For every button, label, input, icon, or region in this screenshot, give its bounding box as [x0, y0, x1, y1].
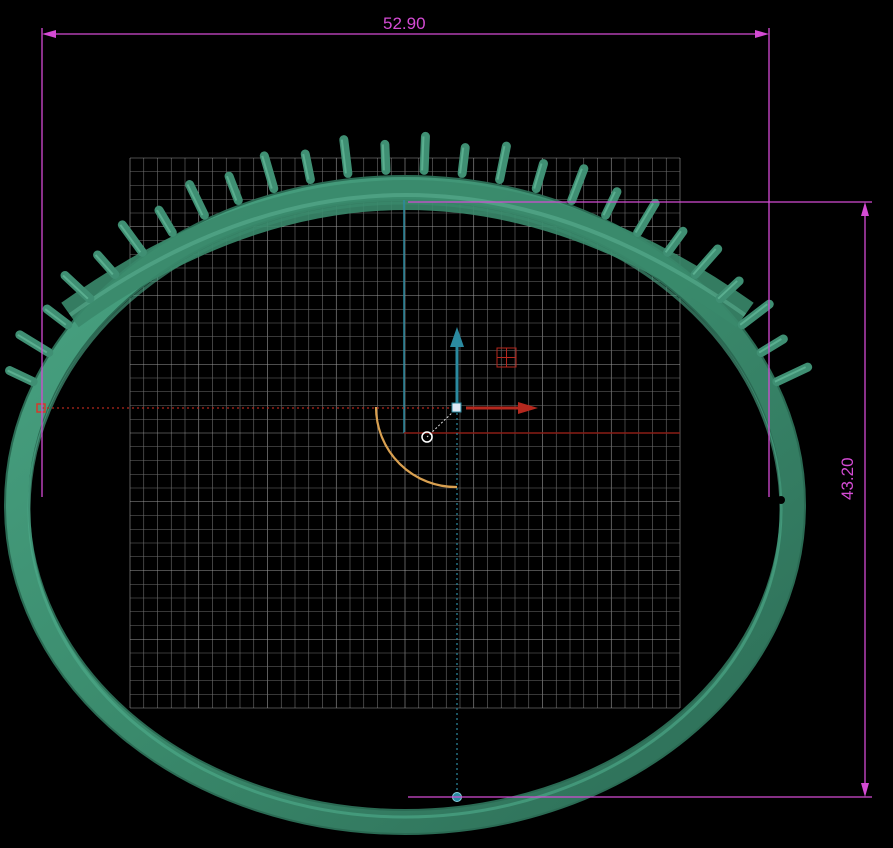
prong-highlight [421, 136, 425, 171]
height-dimension-label: 43.20 [838, 457, 857, 500]
width-dimension-label: 52.90 [383, 14, 426, 33]
right-snap-point[interactable] [777, 496, 785, 504]
3d-viewport[interactable] [0, 0, 893, 848]
gizmo-center-handle[interactable] [451, 402, 462, 413]
prong [380, 139, 391, 175]
prong [419, 131, 430, 175]
prong-highlight [381, 144, 385, 171]
